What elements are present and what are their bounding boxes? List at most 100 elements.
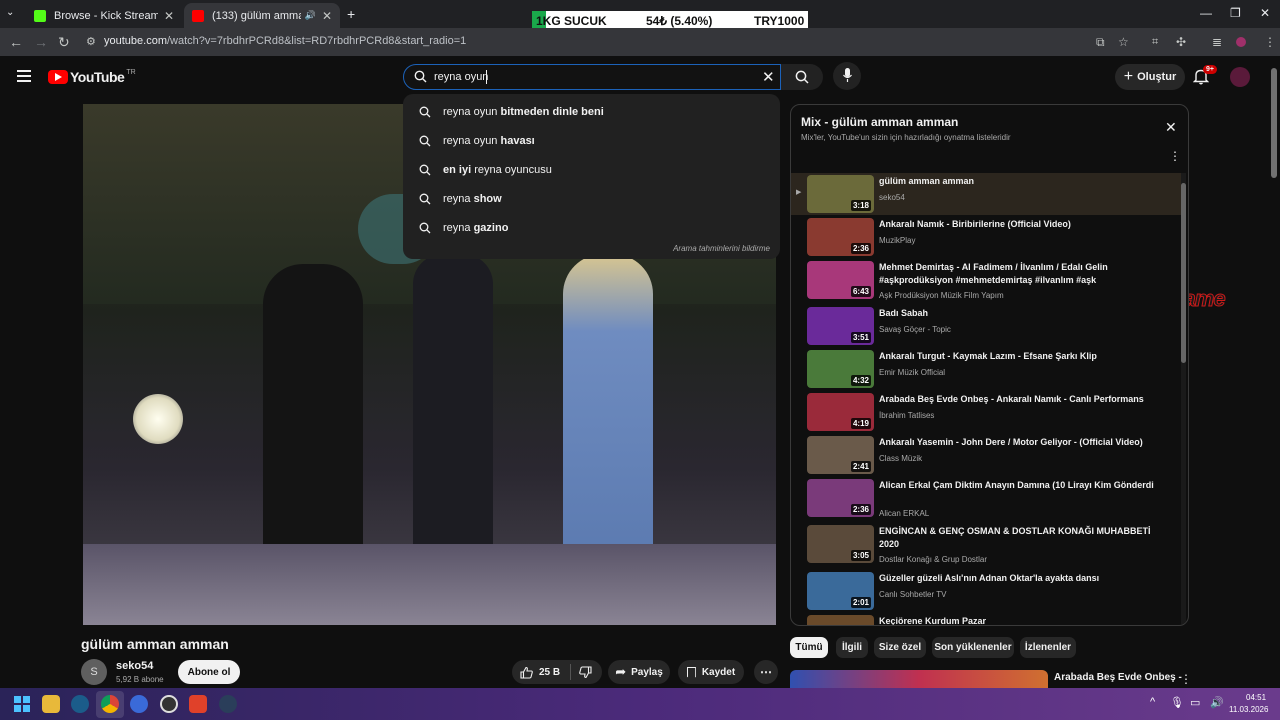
text-cursor <box>486 70 487 84</box>
playlist-item-title: Ankaralı Namık - Biribirilerine (Officia… <box>879 219 1071 229</box>
scrollbar-thumb[interactable] <box>1181 183 1186 363</box>
brave-icon[interactable] <box>189 695 207 713</box>
chip-related[interactable]: İlgili <box>836 637 868 658</box>
playlist-item[interactable]: 2:36 Alican Erkal Çam Diktim Anayın Damı… <box>791 477 1181 523</box>
url-field[interactable]: youtube.com/watch?v=7rbdhrPCRd8&list=RD7… <box>104 35 466 47</box>
report-predictions-link[interactable]: Arama tahminlerini bildirme <box>673 244 770 253</box>
search-button[interactable] <box>781 64 823 90</box>
duration-badge: 3:18 <box>850 200 871 211</box>
close-window-button[interactable]: ✕ <box>1260 6 1270 20</box>
chip-watched[interactable]: İzlenenler <box>1020 637 1076 658</box>
show-hidden-icons[interactable]: ^ <box>1150 696 1155 708</box>
scrollbar-thumb[interactable] <box>1271 68 1277 178</box>
discord-icon[interactable] <box>130 695 148 713</box>
site-info-icon[interactable]: ⚙ <box>86 35 96 49</box>
playlist-item[interactable]: 4:19 Arabada Beş Evde Onbeş - Ankaralı N… <box>791 391 1181 433</box>
playlist-item-channel: Aşk Prodüksiyon Müzik Film Yapım <box>879 291 1004 300</box>
tab-youtube[interactable]: (133) gülüm amman amma 🔊 ✕ <box>184 3 340 28</box>
create-button[interactable]: + Oluştur <box>1115 64 1185 90</box>
steam-icon[interactable] <box>71 695 89 713</box>
file-explorer-icon[interactable] <box>42 695 60 713</box>
suggestion-item[interactable]: en iyi reyna oyuncusu <box>403 156 780 184</box>
share-button[interactable]: ➦ Paylaş <box>608 660 670 684</box>
playlist-item[interactable]: 6:43 Mehmet Demirtaş - Al Fadimem / İlva… <box>791 259 1181 305</box>
steam-icon[interactable] <box>219 695 237 713</box>
close-icon[interactable]: ✕ <box>322 9 332 23</box>
video-scene-figure <box>563 254 653 564</box>
suggestion-item[interactable]: reyna oyun bitmeden dinle beni <box>403 98 780 126</box>
chip-for-you[interactable]: Size özel <box>874 637 926 658</box>
notifications-button[interactable]: 9+ <box>1193 65 1217 85</box>
back-icon[interactable]: ← <box>9 35 23 49</box>
playlist-item-title: Ankaralı Yasemin - John Dere / Motor Gel… <box>879 437 1143 447</box>
playlist-menu-icon[interactable]: ⋮ <box>1169 149 1181 163</box>
playlist-item[interactable]: 4:32 Ankaralı Turgut - Kaymak Lazım - Ef… <box>791 348 1181 390</box>
clock-date[interactable]: 11.03.2026 <box>1229 705 1268 714</box>
search-input[interactable]: reyna oyun <box>434 71 488 83</box>
volume-icon[interactable]: 🔊 <box>1210 696 1224 709</box>
dislike-button[interactable] <box>579 665 592 679</box>
next-video-thumbnail[interactable] <box>790 670 1048 688</box>
playlist-scrollbar[interactable] <box>1181 173 1186 625</box>
playlist-item-title: Keçiörene Kurdum Pazar <box>879 616 987 626</box>
chip-all[interactable]: Tümü <box>790 637 828 658</box>
next-video-title[interactable]: Arabada Beş Evde Onbeş - <box>1054 672 1182 683</box>
hamburger-menu-icon[interactable] <box>17 70 31 82</box>
maximize-button[interactable]: ❐ <box>1230 6 1241 20</box>
new-tab-button[interactable]: + <box>347 6 355 22</box>
tab-search-icon[interactable]: ⌄ <box>6 7 14 18</box>
playlist-item[interactable]: 2:01 Güzeller güzeli Aslı'nın Adnan Okta… <box>791 570 1181 612</box>
save-button[interactable]: Kaydet <box>678 660 744 684</box>
avatar[interactable] <box>1230 67 1250 87</box>
forward-icon[interactable]: → <box>34 35 48 49</box>
profile-icon[interactable] <box>1236 37 1246 47</box>
monitor-icon[interactable]: ▭ <box>1190 696 1200 709</box>
more-actions-button[interactable]: ⋯ <box>754 660 778 684</box>
video-thumbnail: 3:51 <box>807 307 874 345</box>
clear-search-icon[interactable]: ✕ <box>762 68 775 86</box>
page-scrollbar[interactable] <box>1271 62 1277 682</box>
microphone-icon[interactable]: 🎙 <box>1170 696 1184 709</box>
playlist-item[interactable]: 3:05 ENGİNCAN & GENÇ OSMAN & DOSTLAR KON… <box>791 523 1181 569</box>
reading-list-icon[interactable]: ≣ <box>1212 35 1222 49</box>
tab-kick[interactable]: Browse - Kick Streaming ✕ <box>26 3 182 28</box>
puzzle-icon[interactable]: ✣ <box>1176 35 1186 49</box>
search-icon <box>419 164 433 176</box>
playlist-item[interactable]: Keçiörene Kurdum Pazar <box>791 613 1181 626</box>
next-video-menu-icon[interactable]: ⋮ <box>1180 672 1192 686</box>
like-button[interactable]: 25 B <box>512 666 560 679</box>
clock-time[interactable]: 04:51 <box>1246 693 1266 702</box>
chip-recently-uploaded[interactable]: Son yüklenenler <box>932 637 1014 658</box>
channel-avatar[interactable]: S <box>81 659 107 685</box>
playlist-item[interactable]: ▶ 3:18 gülüm amman amman seko54 <box>791 173 1181 215</box>
like-dislike-group: 25 B <box>512 660 602 684</box>
suggestion-item[interactable]: reyna oyun havası <box>403 127 780 155</box>
windows-start-icon[interactable] <box>14 696 30 712</box>
minimize-button[interactable]: — <box>1200 6 1212 20</box>
menu-kebab-icon[interactable]: ⋮ <box>1264 35 1276 49</box>
speaker-icon[interactable]: 🔊 <box>305 10 316 21</box>
install-icon[interactable]: ⧉ <box>1096 35 1105 49</box>
like-count: 25 B <box>539 666 561 678</box>
close-icon[interactable]: ✕ <box>1165 119 1177 136</box>
playlist-item[interactable]: 2:41 Ankaralı Yasemin - John Dere / Moto… <box>791 434 1181 476</box>
video-thumbnail: 6:43 <box>807 261 874 299</box>
channel-name[interactable]: seko54 <box>116 660 153 672</box>
bookmark-star-icon[interactable]: ☆ <box>1118 35 1129 49</box>
suggestion-item[interactable]: reyna gazino <box>403 214 780 242</box>
suggestion-prefix: reyna <box>443 222 474 234</box>
subscribe-button[interactable]: Abone ol <box>178 660 240 684</box>
suggestion-item[interactable]: reyna show <box>403 185 780 213</box>
youtube-logo[interactable]: YouTube TR <box>48 69 136 85</box>
ticker-price: TRY1000 <box>754 14 805 28</box>
close-icon[interactable]: ✕ <box>164 9 174 23</box>
reload-icon[interactable]: ↻ <box>58 35 70 49</box>
obs-icon[interactable] <box>160 695 178 713</box>
playlist-item-channel: Savaş Göçer - Topic <box>879 325 951 334</box>
playlist-item[interactable]: 3:51 Badı Sabah Savaş Göçer - Topic <box>791 305 1181 347</box>
playlist-item[interactable]: 2:36 Ankaralı Namık - Biribirilerine (Of… <box>791 216 1181 258</box>
voice-search-button[interactable] <box>833 62 861 90</box>
chrome-icon[interactable] <box>101 695 119 713</box>
extension-icon[interactable]: ⌗ <box>1152 35 1158 49</box>
duration-badge: 4:19 <box>850 418 871 429</box>
